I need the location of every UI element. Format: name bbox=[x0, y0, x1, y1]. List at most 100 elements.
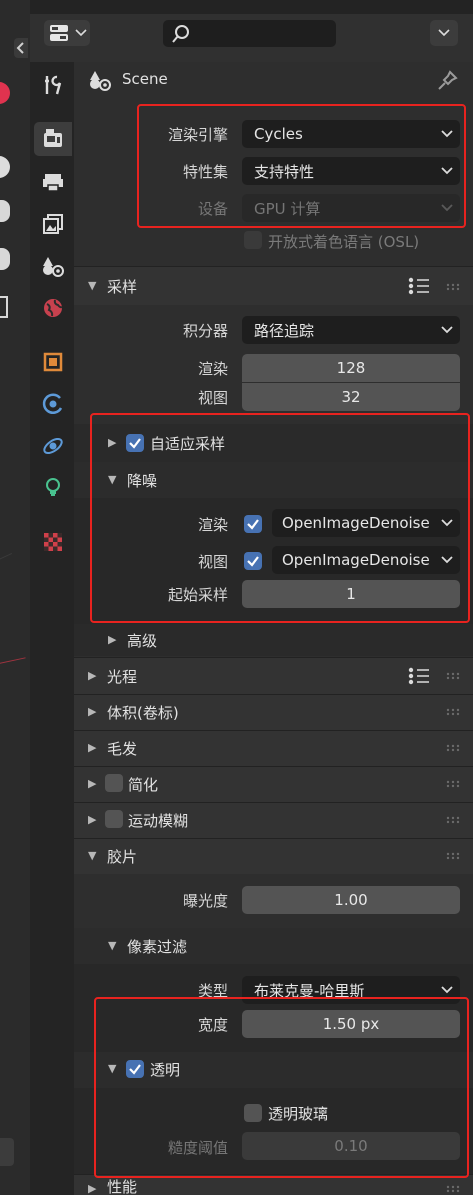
adaptive-sampling-label: 自适应采样 bbox=[150, 435, 226, 453]
filter-type-dropdown[interactable]: 布莱克曼-哈里斯 bbox=[242, 976, 460, 1004]
scene-icon bbox=[43, 257, 64, 277]
collapsed-arrow-icon: ▶ bbox=[88, 777, 97, 790]
drag-grip-icon[interactable] bbox=[446, 816, 460, 824]
expand-arrow-icon: ▼ bbox=[88, 849, 97, 862]
denoise-title: 降噪 bbox=[127, 472, 158, 490]
chevron-down-icon bbox=[441, 556, 453, 564]
search-input[interactable] bbox=[163, 20, 336, 47]
roughness-threshold-value: 0.10 bbox=[334, 1137, 368, 1155]
denoise-viewport-label: 视图 bbox=[197, 553, 228, 571]
adaptive-sampling-checkbox[interactable] bbox=[126, 434, 144, 452]
feature-set-dropdown[interactable]: 支持特性 bbox=[242, 157, 460, 185]
tab-physics[interactable] bbox=[34, 387, 72, 421]
tab-output[interactable] bbox=[34, 165, 72, 199]
viewport-toolbar-button[interactable] bbox=[0, 1138, 14, 1166]
hair-title: 毛发 bbox=[107, 740, 138, 758]
object-square-icon bbox=[43, 352, 63, 372]
simplify-title: 简化 bbox=[128, 776, 159, 794]
transparent-label: 透明 bbox=[150, 1061, 181, 1079]
volumes-title: 体积(卷标) bbox=[107, 704, 179, 722]
checkmark-icon bbox=[247, 556, 259, 567]
tab-world[interactable] bbox=[34, 291, 72, 325]
viewport-samples-field[interactable]: 32 bbox=[242, 383, 460, 411]
roughness-threshold-field: 0.10 bbox=[242, 1132, 460, 1160]
denoise-viewport-checkbox[interactable] bbox=[244, 552, 262, 570]
expand-arrow-icon: ▼ bbox=[108, 1062, 117, 1075]
chevron-down-icon bbox=[441, 519, 453, 527]
physics-orbit-icon bbox=[42, 393, 63, 414]
tab-tool[interactable] bbox=[34, 68, 72, 102]
properties-editor-icon bbox=[50, 25, 68, 41]
viewport-samples-value: 32 bbox=[341, 388, 361, 406]
filter-width-field[interactable]: 1.50 px bbox=[242, 1010, 460, 1038]
integrator-dropdown[interactable]: 路径追踪 bbox=[242, 316, 460, 344]
transparent-checkbox[interactable] bbox=[126, 1060, 144, 1078]
device-value: GPU 计算 bbox=[254, 199, 321, 218]
collapse-arrow-button[interactable] bbox=[14, 38, 28, 58]
render-engine-label: 渲染引擎 bbox=[167, 126, 228, 144]
render-samples-label: 渲染 bbox=[197, 360, 228, 378]
presets-list-icon[interactable] bbox=[408, 667, 430, 685]
tab-scene[interactable] bbox=[34, 249, 72, 283]
performance-panel-header[interactable]: ▶ 性能 bbox=[74, 1175, 473, 1195]
tab-constraints[interactable] bbox=[34, 429, 72, 463]
checker-texture-icon bbox=[44, 533, 62, 551]
viewport-gizmo-icon[interactable] bbox=[0, 156, 10, 178]
render-engine-value: Cycles bbox=[254, 125, 303, 143]
denoise-viewport-dropdown[interactable]: OpenImageDenoise bbox=[272, 546, 460, 574]
feature-set-label: 特性集 bbox=[182, 163, 228, 181]
exposure-value: 1.00 bbox=[334, 891, 368, 909]
ortho-grid-icon[interactable] bbox=[0, 296, 8, 318]
camera-icon[interactable] bbox=[0, 248, 10, 270]
checkmark-icon bbox=[129, 1064, 141, 1075]
search-icon bbox=[172, 25, 189, 43]
render-engine-dropdown[interactable]: Cycles bbox=[242, 120, 460, 148]
drag-grip-icon[interactable] bbox=[446, 1185, 460, 1193]
header-options-button[interactable] bbox=[430, 20, 458, 46]
device-dropdown: GPU 计算 bbox=[242, 194, 460, 222]
osl-checkbox bbox=[244, 231, 262, 249]
sampling-title: 采样 bbox=[107, 278, 138, 296]
render-camera-icon bbox=[44, 129, 62, 147]
close-gizmo-icon[interactable] bbox=[0, 82, 10, 104]
roughness-threshold-label: 糙度阈值 bbox=[167, 1139, 228, 1157]
editor-type-button[interactable] bbox=[44, 20, 90, 46]
denoise-start-sample-field[interactable]: 1 bbox=[242, 580, 460, 608]
integrator-label: 积分器 bbox=[182, 322, 228, 340]
device-label: 设备 bbox=[197, 200, 228, 218]
hand-icon[interactable] bbox=[0, 200, 10, 222]
tab-object[interactable] bbox=[34, 345, 72, 379]
tab-texture[interactable] bbox=[34, 525, 72, 559]
presets-list-icon[interactable] bbox=[408, 277, 430, 295]
drag-grip-icon[interactable] bbox=[446, 852, 460, 860]
3d-viewport-strip[interactable] bbox=[0, 0, 31, 1195]
lightbulb-icon bbox=[46, 478, 60, 496]
exposure-label: 曝光度 bbox=[182, 892, 228, 910]
tab-render[interactable] bbox=[34, 122, 72, 156]
denoise-start-sample-label: 起始采样 bbox=[167, 586, 228, 604]
pin-icon[interactable] bbox=[436, 70, 458, 92]
light-paths-title: 光程 bbox=[107, 668, 138, 686]
simplify-checkbox[interactable] bbox=[105, 774, 123, 792]
drag-grip-icon[interactable] bbox=[446, 780, 460, 788]
collapsed-arrow-icon: ▶ bbox=[88, 705, 97, 718]
collapsed-arrow-icon: ▶ bbox=[88, 669, 97, 682]
chevron-down-icon bbox=[441, 130, 453, 138]
motion-blur-checkbox[interactable] bbox=[105, 810, 123, 828]
drag-grip-icon[interactable] bbox=[446, 283, 460, 291]
filter-width-label: 宽度 bbox=[197, 1016, 228, 1034]
render-samples-field[interactable]: 128 bbox=[242, 354, 460, 382]
performance-title: 性能 bbox=[107, 1178, 138, 1195]
denoise-render-checkbox[interactable] bbox=[244, 515, 262, 533]
tab-data[interactable] bbox=[34, 471, 72, 505]
drag-grip-icon[interactable] bbox=[446, 672, 460, 680]
exposure-field[interactable]: 1.00 bbox=[242, 886, 460, 914]
drag-grip-icon[interactable] bbox=[446, 708, 460, 716]
printer-icon bbox=[43, 174, 63, 192]
expand-arrow-icon: ▼ bbox=[88, 279, 97, 292]
denoise-render-label: 渲染 bbox=[197, 516, 228, 534]
drag-grip-icon[interactable] bbox=[446, 744, 460, 752]
transparent-glass-checkbox[interactable] bbox=[244, 1104, 262, 1122]
tab-view-layer[interactable] bbox=[34, 207, 72, 241]
denoise-render-dropdown[interactable]: OpenImageDenoise bbox=[272, 509, 460, 537]
